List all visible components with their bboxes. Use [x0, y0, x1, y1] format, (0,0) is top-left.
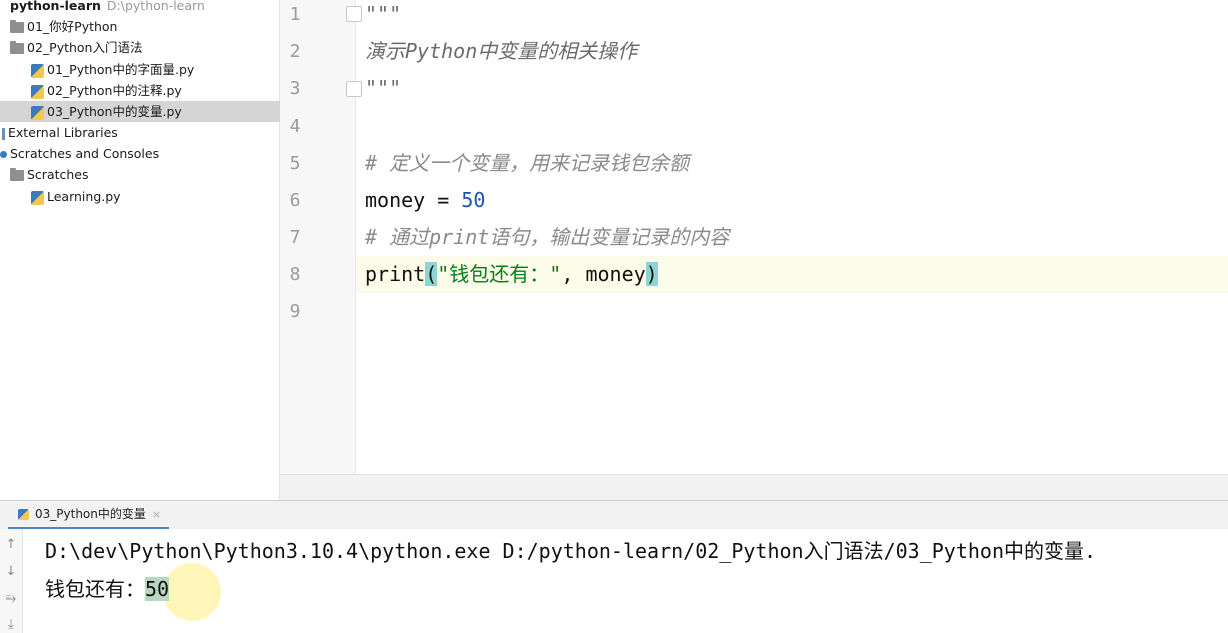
tree-item-label: 02_Python入门语法 [27, 40, 143, 55]
editor-scroll-area[interactable] [280, 474, 1228, 501]
project-root-path: D:\python-learn [106, 0, 205, 13]
tree-external-libraries[interactable]: External Libraries [0, 122, 281, 143]
tree-item-label: Scratches and Consoles [10, 146, 160, 161]
code-line-7: # 通过print语句，输出变量记录的内容 [365, 225, 730, 249]
line-number: 9 [289, 301, 301, 322]
line-number: 7 [289, 227, 301, 248]
scratches-icon [0, 151, 7, 158]
library-icon [2, 127, 5, 140]
soft-wrap-icon[interactable]: ⥱ [4, 591, 18, 607]
line-number: 5 [289, 153, 301, 174]
folder-icon [10, 20, 24, 33]
console-output-line: 钱包还有：50 [45, 573, 170, 602]
tree-folder-01[interactable]: 01_你好Python [0, 16, 289, 37]
project-root[interactable]: python-learn D:\python-learn [10, 0, 279, 16]
scroll-to-end-icon[interactable]: ⤓ [4, 617, 18, 633]
up-arrow-icon[interactable]: ↑ [4, 537, 18, 553]
tree-item-label: 01_Python中的字面量.py [47, 62, 195, 77]
folder-icon [10, 41, 24, 54]
tree-item-label: Learning.py [47, 189, 121, 204]
project-tree: python-learn D:\python-learn 01_你好Python … [0, 0, 310, 500]
tree-scratches-consoles[interactable]: Scratches and Consoles [0, 143, 279, 164]
code-line-6: money = 50 [365, 182, 485, 219]
python-run-icon [18, 509, 29, 520]
code-line-3: """ [365, 76, 402, 100]
run-console[interactable]: D:\dev\Python\Python3.10.4\python.exe D:… [23, 529, 1228, 633]
run-toolbar: ↑ ↓ ⥱ ⤓ [0, 529, 23, 633]
fold-marker-icon[interactable] [346, 81, 362, 97]
fold-marker-icon[interactable] [346, 6, 362, 22]
tree-item-label: 01_你好Python [27, 19, 118, 34]
code-line-1: """ [365, 2, 402, 26]
tree-file-literals[interactable]: 01_Python中的字面量.py [0, 59, 310, 80]
close-paren: ) [645, 262, 658, 286]
python-file-icon [31, 84, 44, 99]
assign-operator: = [425, 188, 462, 212]
tree-file-learning[interactable]: Learning.py [0, 186, 310, 207]
tree-folder-02[interactable]: 02_Python入门语法 [0, 37, 289, 58]
line-number: 2 [289, 41, 301, 62]
string-literal: "钱包还有：" [437, 262, 562, 286]
code-line-2: 演示Python中变量的相关操作 [365, 39, 638, 63]
console-command-line: D:\dev\Python\Python3.10.4\python.exe D:… [45, 539, 1097, 563]
code-line-5: # 定义一个变量，用来记录钱包余额 [365, 151, 690, 175]
python-file-icon [31, 105, 44, 120]
tree-folder-scratches[interactable]: Scratches [0, 164, 289, 185]
close-icon[interactable]: × [152, 508, 161, 521]
run-tab-bar: 03_Python中的变量 × [0, 500, 1228, 530]
tree-item-label: External Libraries [8, 125, 118, 140]
args-rest: , money [561, 262, 646, 286]
tree-item-label: Scratches [27, 167, 89, 182]
line-number: 4 [289, 116, 301, 137]
line-gutter: 1 2 3 4 5 6 7 8 9 [280, 0, 362, 474]
project-root-name: python-learn [10, 0, 101, 13]
folder-icon [10, 168, 24, 181]
line-number: 1 [289, 4, 301, 25]
code-line-8: print("钱包还有：", money) [365, 256, 658, 293]
output-label: 钱包还有： [45, 577, 145, 601]
code-editor[interactable]: 1 2 3 4 5 6 7 8 9 """ 演示Python中变量的相关操作 "… [280, 0, 1228, 474]
python-file-icon [31, 190, 44, 205]
python-file-icon [31, 63, 44, 78]
tree-file-variables[interactable]: 03_Python中的变量.py [0, 101, 310, 122]
open-paren: ( [425, 262, 438, 286]
run-tab-label: 03_Python中的变量 [35, 507, 146, 521]
down-arrow-icon[interactable]: ↓ [4, 564, 18, 580]
output-value: 50 [145, 577, 170, 601]
line-number: 3 [289, 78, 301, 99]
line-number: 8 [289, 264, 301, 285]
tree-item-label: 02_Python中的注释.py [47, 83, 182, 98]
number-literal: 50 [461, 188, 486, 212]
line-number: 6 [289, 190, 301, 211]
function-name: print [365, 262, 426, 286]
run-tab[interactable]: 03_Python中的变量 × [8, 501, 170, 530]
variable-name: money [365, 188, 426, 212]
tree-file-comments[interactable]: 02_Python中的注释.py [0, 80, 310, 101]
cursor-highlight [163, 563, 221, 621]
tree-item-label: 03_Python中的变量.py [47, 104, 182, 119]
